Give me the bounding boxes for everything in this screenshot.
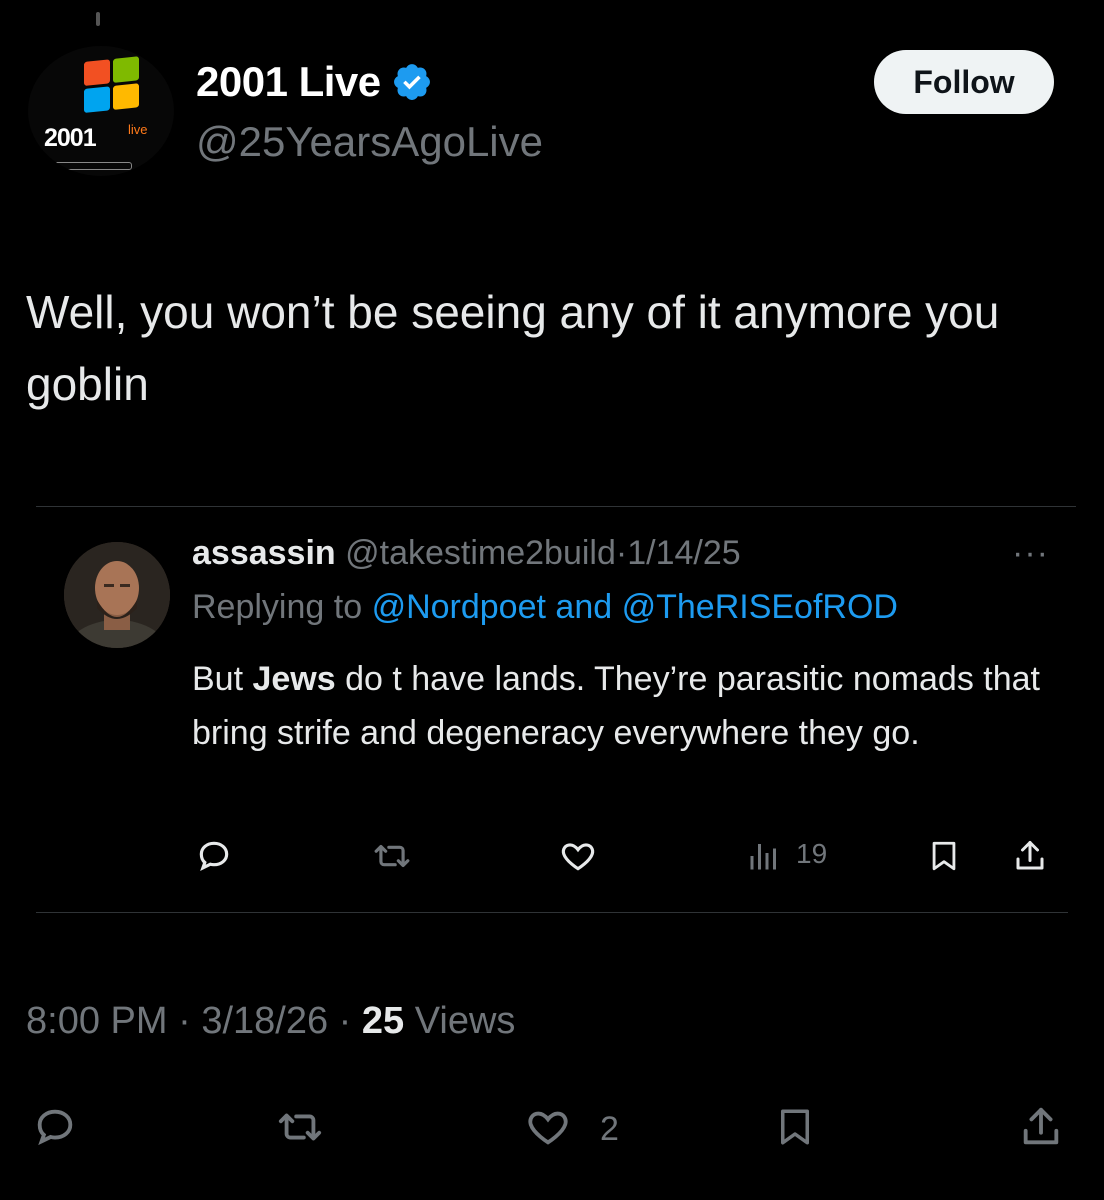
quoted-author-avatar[interactable]	[64, 542, 170, 648]
author-avatar[interactable]: 2001 live	[28, 46, 174, 176]
tweet-text: Well, you won’t be seeing any of it anym…	[26, 286, 1000, 410]
quoted-tweet-text: But Jews do t have lands. They’re parasi…	[192, 652, 1052, 760]
windows-logo-icon	[84, 56, 139, 113]
replying-to-line: Replying to @Nordpoet and @TheRISEofROD	[192, 588, 898, 627]
quoted-action-bar: 19	[0, 836, 1104, 876]
author-name[interactable]: 2001 Live	[196, 58, 381, 106]
follow-button[interactable]: Follow	[874, 50, 1054, 114]
heart-icon[interactable]	[520, 1102, 576, 1152]
like-count: 2	[600, 1110, 619, 1148]
quoted-author-name[interactable]: assassin	[192, 534, 336, 572]
tweet-views-label: Views	[414, 1000, 516, 1042]
heart-icon[interactable]	[556, 836, 600, 876]
top-drag-indicator	[96, 12, 100, 26]
tweet-time: 8:00 PM	[26, 1000, 168, 1042]
bookmark-icon[interactable]	[770, 1102, 820, 1152]
views-chart-icon[interactable]	[742, 836, 786, 876]
portrait-photo	[64, 542, 170, 648]
share-icon[interactable]	[1014, 1100, 1068, 1154]
verified-badge-icon	[393, 64, 430, 100]
quoted-header: assassin @takestime2build·1/14/25	[192, 534, 741, 573]
retweet-icon[interactable]	[370, 836, 414, 876]
mention-link[interactable]: @TheRISEofROD	[622, 588, 898, 626]
avatar-loading-bar	[54, 162, 132, 170]
share-icon[interactable]	[1008, 836, 1052, 876]
bookmark-icon[interactable]	[922, 836, 966, 876]
reply-icon[interactable]	[192, 836, 236, 876]
avatar-brand-sup: live	[128, 122, 148, 137]
tweet-date: 3/18/26	[201, 1000, 329, 1042]
quote-bottom-divider	[36, 912, 1068, 913]
tweet-views-count: 25	[361, 1000, 405, 1042]
tweet-meta: 8:00 PM · 3/18/26 · 25 Views	[26, 1000, 515, 1043]
quote-top-divider	[36, 506, 1076, 507]
mention-link[interactable]: @Nordpoet	[372, 588, 546, 626]
reply-icon[interactable]	[28, 1102, 82, 1152]
meta-separator: ·	[178, 1000, 191, 1042]
replying-prefix: Replying to	[192, 588, 363, 626]
author-handle[interactable]: @25YearsAgoLive	[196, 118, 543, 166]
quoted-text-bold: Jews	[252, 660, 336, 698]
quoted-separator: ·	[615, 534, 628, 572]
quoted-author-handle[interactable]: @takestime2build	[345, 534, 616, 572]
quoted-date[interactable]: 1/14/25	[627, 534, 740, 572]
more-options-icon[interactable]: ···	[1012, 534, 1049, 573]
meta-separator: ·	[338, 1000, 352, 1042]
quoted-text-part: But	[192, 660, 253, 698]
author-name-row[interactable]: 2001 Live	[196, 58, 433, 106]
replying-and: and	[555, 588, 613, 626]
quoted-views-count: 19	[796, 838, 828, 869]
retweet-icon[interactable]	[270, 1102, 330, 1152]
avatar-brand-text: 2001	[44, 124, 97, 152]
